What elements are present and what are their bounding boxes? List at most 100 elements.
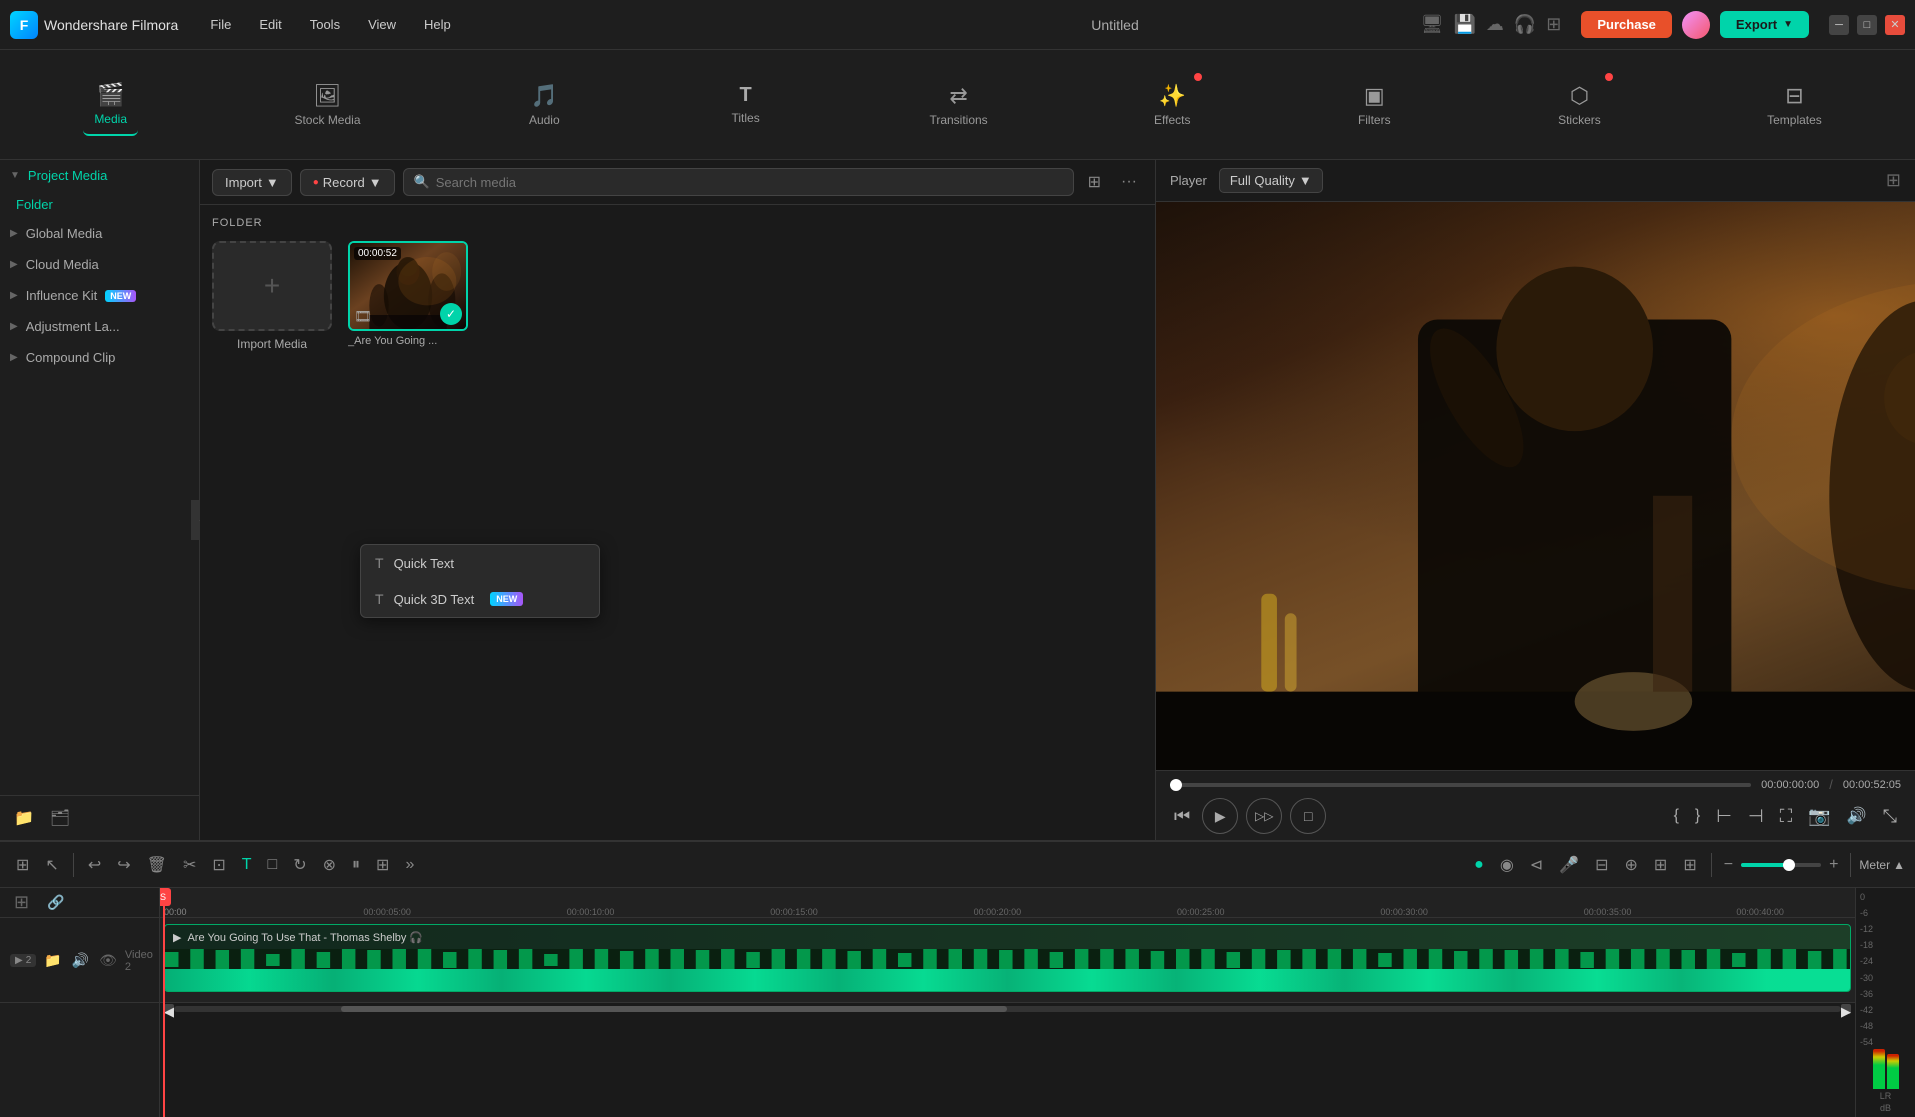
progress-thumb[interactable] xyxy=(1170,779,1182,791)
meter-scale: 0 -6 -12 -18 -24 -30 -36 -42 -48 -54 xyxy=(1860,892,1911,1047)
tab-filters[interactable]: ▣ Filters xyxy=(1347,75,1402,135)
sidebar-item-global-media[interactable]: ▶ Global Media xyxy=(0,218,199,249)
more-options-button[interactable]: ··· xyxy=(1115,169,1143,195)
close-button[interactable]: ✕ xyxy=(1885,15,1905,35)
play-button[interactable]: ▶ xyxy=(1202,798,1238,834)
select-tool-button[interactable]: ↖ xyxy=(39,851,64,879)
menu-file[interactable]: File xyxy=(198,13,243,36)
video-preview xyxy=(1156,202,1915,770)
track-visibility-button[interactable]: 👁 xyxy=(97,950,119,971)
new-folder-button[interactable]: 📁 xyxy=(10,804,38,832)
sidebar-item-adjustment-layer[interactable]: ▶ Adjustment La... xyxy=(0,311,199,342)
mic-button[interactable]: 🎤 xyxy=(1553,851,1585,879)
headphone-icon[interactable]: 🎧 xyxy=(1514,14,1536,35)
mask-button[interactable]: ⊲ xyxy=(1524,851,1549,879)
mark-out-button[interactable]: } xyxy=(1691,803,1704,829)
export-button[interactable]: Export ▼ xyxy=(1720,11,1809,38)
rotate-button[interactable]: ↻ xyxy=(287,851,312,879)
delete-folder-button[interactable]: 🗂 xyxy=(46,804,74,832)
maximize-button[interactable]: □ xyxy=(1857,15,1877,35)
search-input[interactable] xyxy=(436,175,1063,190)
ai-color-button[interactable]: ● xyxy=(1468,852,1490,878)
beat-button[interactable]: ⊕ xyxy=(1619,851,1644,879)
freeze-button[interactable]: ⏸ xyxy=(346,852,366,878)
zoom-in-button[interactable]: + xyxy=(1825,852,1842,878)
tab-audio[interactable]: 🎵 Audio xyxy=(517,75,572,135)
sidebar: ▼ Project Media Folder ▶ Global Media ▶ … xyxy=(0,160,199,795)
split-button[interactable]: ⊢ xyxy=(1712,802,1736,831)
import-button[interactable]: ⊞ xyxy=(1677,851,1702,879)
crop-button[interactable]: ⊡ xyxy=(206,851,231,879)
tab-effects-icon: ✨ xyxy=(1159,83,1186,109)
sidebar-item-project-media[interactable]: ▼ Project Media xyxy=(0,160,199,191)
zoom-out-button[interactable]: − xyxy=(1720,852,1737,878)
meter-label[interactable]: Meter ▲ xyxy=(1859,858,1905,872)
time-total: 00:00:52:05 xyxy=(1843,779,1901,791)
avatar[interactable] xyxy=(1682,11,1710,39)
menu-help[interactable]: Help xyxy=(412,13,463,36)
menu-edit[interactable]: Edit xyxy=(247,13,293,36)
link-tracks-button[interactable]: 🔗 xyxy=(41,890,70,915)
add-track-button[interactable]: ⊞ xyxy=(8,888,35,917)
tab-transitions[interactable]: ⇄ Transitions xyxy=(919,75,997,135)
snapshot-button[interactable]: 📷 xyxy=(1804,802,1834,831)
cut-button[interactable]: ✂ xyxy=(177,851,202,879)
quick-3d-text-option[interactable]: T Quick 3D Text NEW xyxy=(361,581,599,617)
scroll-left-end[interactable]: ◀ xyxy=(164,1004,174,1014)
tab-effects[interactable]: ✨ Effects xyxy=(1144,75,1200,135)
filter-icon-button[interactable]: ⊞ xyxy=(1082,168,1107,196)
text-tool-button[interactable]: T xyxy=(236,852,258,878)
scenes-button[interactable]: ⊞ xyxy=(10,851,35,879)
search-box[interactable]: 🔍 xyxy=(403,168,1074,196)
transform-button[interactable]: ⊞ xyxy=(370,851,395,879)
sidebar-item-cloud-media[interactable]: ▶ Cloud Media xyxy=(0,249,199,280)
media-thumbnail[interactable]: 00:00:52 🎞 ✓ xyxy=(348,241,468,331)
tab-stickers[interactable]: ⬡ Stickers xyxy=(1548,75,1611,135)
shape-tool-button[interactable]: □ xyxy=(262,852,284,878)
purchase-button[interactable]: Purchase xyxy=(1581,11,1672,38)
zoom-slider[interactable] xyxy=(1741,863,1821,867)
video-clip[interactable]: ▶ Are You Going To Use That - Thomas She… xyxy=(164,924,1851,992)
sidebar-item-compound-clip[interactable]: ▶ Compound Clip xyxy=(0,342,199,373)
undo-button[interactable]: ↩ xyxy=(82,851,107,879)
track-volume-button[interactable]: 🔊 xyxy=(70,950,91,971)
save-icon[interactable]: 💾 xyxy=(1453,14,1475,35)
import-button[interactable]: Import ▼ xyxy=(212,169,292,196)
menu-view[interactable]: View xyxy=(356,13,408,36)
cloud-upload-icon[interactable]: ☁ xyxy=(1486,14,1504,35)
loop-button[interactable]: □ xyxy=(1290,798,1326,834)
split-button[interactable]: ⊗ xyxy=(317,851,342,879)
tab-stock-media[interactable]: 🖼 Stock Media xyxy=(284,75,370,135)
multi-track-button[interactable]: ⊟ xyxy=(1589,851,1614,879)
menu-tools[interactable]: Tools xyxy=(298,13,352,36)
skip-back-button[interactable]: ⏮ xyxy=(1170,802,1194,831)
record-button[interactable]: ● Record ▼ xyxy=(300,169,395,196)
step-forward-button[interactable]: ▷▷ xyxy=(1246,798,1282,834)
quality-selector[interactable]: Full Quality ▼ xyxy=(1219,168,1323,193)
sidebar-item-influence-kit[interactable]: ▶ Influence Kit NEW xyxy=(0,280,199,311)
more-tools-button[interactable]: » xyxy=(399,852,420,878)
tab-titles[interactable]: T Titles xyxy=(718,76,773,133)
desktop-icon[interactable]: 🖥 xyxy=(1421,14,1444,35)
progress-track[interactable] xyxy=(1170,783,1751,787)
volume-button[interactable]: 🔊 xyxy=(1843,802,1871,830)
zoom-slider-thumb[interactable] xyxy=(1783,859,1795,871)
more-button[interactable]: ⤡ xyxy=(1879,802,1901,831)
minimize-button[interactable]: ─ xyxy=(1829,15,1849,35)
delete-button[interactable]: 🗑 xyxy=(141,851,173,879)
chevron-right-button[interactable]: ⊣ xyxy=(1744,802,1768,831)
fullscreen-button[interactable]: ⛶ xyxy=(1776,802,1797,831)
quick-text-option[interactable]: T Quick Text xyxy=(361,545,599,581)
track-add-button[interactable]: 📁 xyxy=(42,950,63,971)
redo-button[interactable]: ↪ xyxy=(111,851,136,879)
effects-button[interactable]: ◉ xyxy=(1494,851,1520,879)
export-frame-button[interactable]: ⊞ xyxy=(1648,851,1673,879)
scroll-right-end[interactable]: ▶ xyxy=(1841,1004,1851,1014)
grid-icon[interactable]: ⊞ xyxy=(1546,14,1561,35)
player-expand-button[interactable]: ⊞ xyxy=(1886,170,1901,191)
playhead-head[interactable]: S xyxy=(160,888,171,906)
import-media-card[interactable]: + xyxy=(212,241,332,331)
tab-templates[interactable]: ⊟ Templates xyxy=(1757,75,1832,135)
tab-media[interactable]: 🎬 Media xyxy=(83,74,138,136)
mark-in-button[interactable]: { xyxy=(1670,803,1683,829)
